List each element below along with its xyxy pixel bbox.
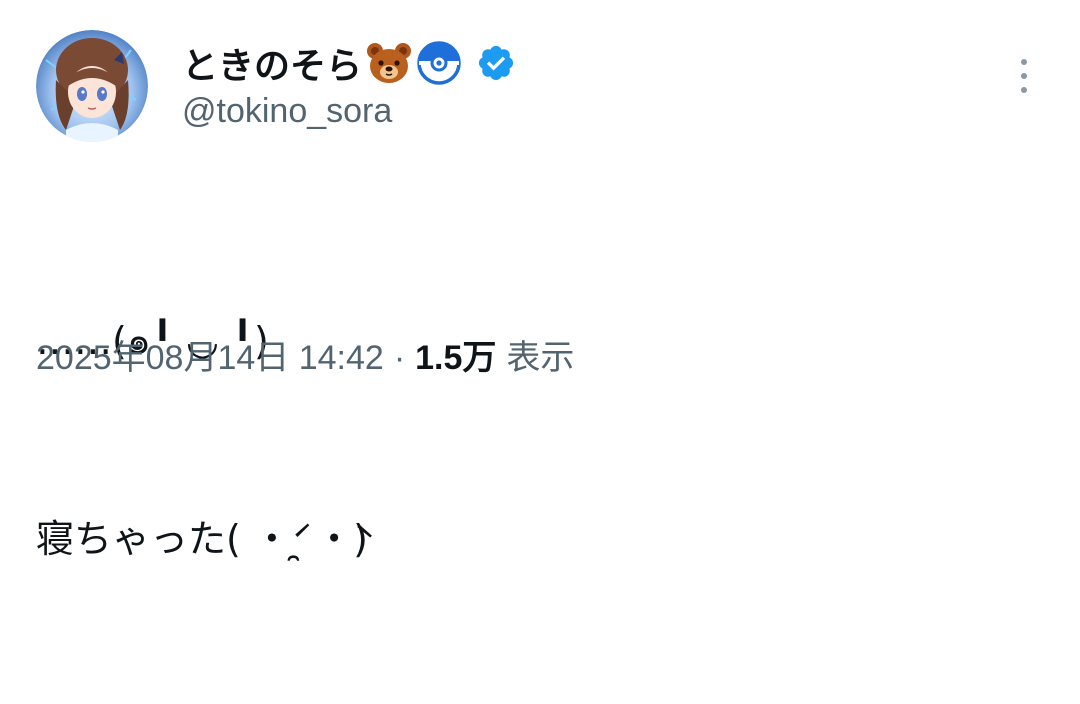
bear-face-emoji-icon xyxy=(366,40,412,86)
more-vertical-icon[interactable] xyxy=(1010,56,1038,96)
name-row: ときのそら xyxy=(182,38,516,88)
display-name[interactable]: ときのそら xyxy=(182,37,362,89)
tweet-card: ときのそら @tokino_sora ……(๑╹ ◡ ╹) 寝ちゃった(・́ … xyxy=(0,0,1080,561)
tweet-text: ……(๑╹ ◡ ╹) 寝ちゃった( ・́ ̯ ・̀) xyxy=(36,176,368,704)
tweet-text-line-2: 寝ちゃった( ・́ ̯ ・̀) xyxy=(36,517,368,561)
verified-badge-icon[interactable] xyxy=(476,43,516,83)
views-count: 1.5万 xyxy=(415,339,497,377)
views-label: 表示 xyxy=(506,339,575,377)
user-handle[interactable]: @tokino_sora xyxy=(182,92,392,131)
avatar[interactable] xyxy=(36,30,148,142)
blue-circle-emoji-icon xyxy=(416,40,462,86)
meta-separator: · xyxy=(393,339,406,377)
tweet-meta: 2025年08月14日 14:42 · 1.5万 表示 xyxy=(36,330,574,379)
tweet-datetime[interactable]: 2025年08月14日 14:42 xyxy=(36,330,384,379)
